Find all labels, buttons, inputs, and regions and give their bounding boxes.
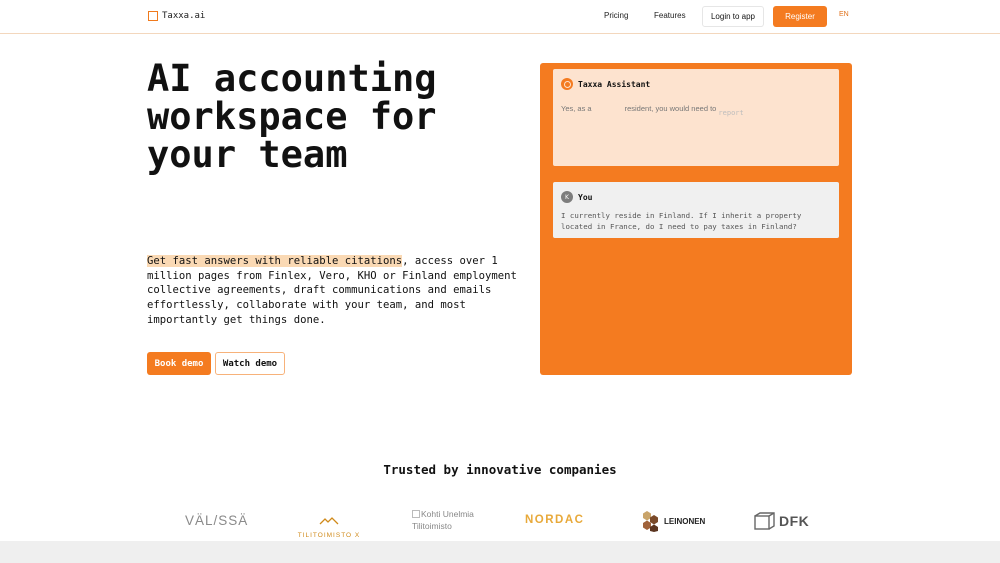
assistant-message-card: Taxxa Assistant Yes, as a resident, you w… (553, 69, 839, 166)
user-name: You (578, 192, 593, 202)
watch-demo-button[interactable]: Watch demo (215, 352, 285, 375)
assistant-message-start: Yes, as a (561, 104, 592, 113)
footer-section-edge (0, 541, 1000, 563)
logo-tilitoimisto-x: TILITOIMISTO X (297, 510, 361, 539)
user-message: I currently reside in Finland. If I inhe… (561, 211, 802, 231)
client-logos: VÄL/SSÄ TILITOIMISTO X Kohti Unelmia Til… (0, 505, 1000, 540)
nav-link-pricing[interactable]: Pricing (604, 11, 628, 20)
nav-link-features[interactable]: Features (654, 11, 686, 20)
assistant-message-mid: resident, you would need to (624, 104, 717, 113)
chat-demo-panel: Taxxa Assistant Yes, as a resident, you w… (540, 63, 852, 375)
login-button[interactable]: Login to app (702, 6, 764, 27)
logo-kohti-line1: Kohti Unelmia (421, 509, 474, 519)
top-nav: Taxxa.ai Pricing Features Login to app R… (0, 0, 1000, 34)
hero-highlight: Get fast answers with reliable citations (147, 255, 403, 267)
logo-tilitoimisto-text: TILITOIMISTO X (297, 532, 361, 539)
brand-square-icon (148, 11, 158, 21)
logo-leinonen: LEINONEN (639, 510, 705, 532)
assistant-avatar-icon (561, 78, 573, 90)
assistant-header: Taxxa Assistant (561, 78, 650, 90)
assistant-name: Taxxa Assistant (578, 79, 651, 89)
logo-dfk: DFK (754, 512, 809, 530)
user-avatar-icon: K (561, 191, 573, 203)
logo-dfk-text: DFK (779, 513, 810, 529)
brand-name: Taxxa.ai (162, 11, 206, 21)
brand-logo[interactable]: Taxxa.ai (148, 11, 205, 21)
assistant-message: Yes, as a resident, you would need to rep… (561, 104, 831, 117)
logo-nordac: NORDAC (525, 514, 585, 526)
logo-kohti-unelmia: Kohti Unelmia Tilitoimisto (412, 508, 474, 532)
user-header: K You (561, 191, 592, 203)
user-message-card: K You I currently reside in Finland. If … (553, 182, 839, 238)
honeycomb-icon (643, 511, 658, 532)
broken-image-icon (412, 510, 420, 518)
register-button[interactable]: Register (773, 6, 827, 27)
book-demo-button[interactable]: Book demo (147, 352, 211, 375)
dfk-cube-icon (754, 512, 775, 530)
logo-kohti-line2: Tilitoimisto (412, 521, 452, 531)
logo-valssa: VÄL/SSÄ (185, 513, 249, 528)
language-selector[interactable]: EN (839, 11, 849, 18)
trusted-heading: Trusted by innovative companies (383, 462, 617, 477)
logo-leinonen-text: LEINONEN (664, 516, 706, 526)
assistant-message-typing: report (718, 109, 744, 117)
hero-title: AI accounting workspace for your team (147, 57, 437, 176)
hero-description: Get fast answers with reliable citations… (147, 254, 519, 328)
mountain-icon (319, 517, 339, 525)
